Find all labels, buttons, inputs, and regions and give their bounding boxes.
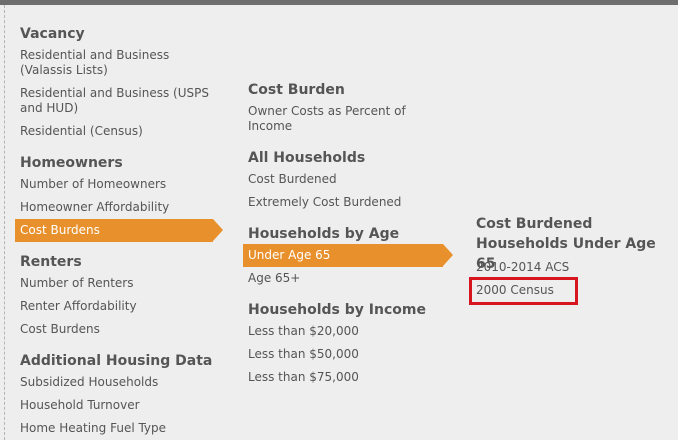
top-bar [0,0,678,5]
menu-item-acs-2010-2014[interactable]: 2010-2014 ACS [476,260,569,275]
menu-item-label: Under Age 65 [248,248,331,262]
menu-item-cost-burdened[interactable]: Cost Burdened [248,172,337,187]
column-divider [4,5,5,440]
menu-item-homeowner-affordability[interactable]: Homeowner Affordability [20,200,169,215]
section-heading-all-households: All Households [248,150,366,166]
menu-item-less-than-50000[interactable]: Less than $50,000 [248,347,359,362]
menu-item-less-than-20000[interactable]: Less than $20,000 [248,324,359,339]
menu-item-number-of-homeowners[interactable]: Number of Homeowners [20,177,166,192]
menu-item-renter-cost-burdens[interactable]: Cost Burdens [20,322,100,337]
section-heading-cost-burden: Cost Burden [248,82,345,98]
section-heading-renters: Renters [20,254,82,270]
menu-item-extremely-cost-burdened[interactable]: Extremely Cost Burdened [248,195,401,210]
section-heading-homeowners: Homeowners [20,155,123,171]
section-heading-additional-housing: Additional Housing Data [20,353,213,369]
menu-item-label: Cost Burdens [20,223,100,237]
menu-item-renter-affordability[interactable]: Renter Affordability [20,299,137,314]
menu-item-vacancy-census[interactable]: Residential (Census) [20,124,143,139]
selected-arrow-icon [443,244,453,266]
menu-item-age-65-plus[interactable]: Age 65+ [248,271,300,286]
menu-item-subsidized-households[interactable]: Subsidized Households [20,375,158,390]
section-heading-households-by-age: Households by Age [248,226,400,242]
menu-item-number-of-renters[interactable]: Number of Renters [20,276,133,291]
menu-item-home-heating-fuel[interactable]: Home Heating Fuel Type [20,421,166,436]
menu-item-owner-costs-percent-income[interactable]: Owner Costs as Percent of Income [248,104,413,134]
menu-item-vacancy-usps-hud[interactable]: Residential and Business (USPS and HUD) [20,86,210,116]
selected-arrow-icon [213,219,223,241]
menu-item-household-turnover[interactable]: Household Turnover [20,398,140,413]
menu-item-less-than-75000[interactable]: Less than $75,000 [248,370,359,385]
section-heading-households-by-income: Households by Income [248,302,426,318]
menu-item-under-age-65[interactable]: Under Age 65 [243,244,453,267]
menu-item-vacancy-valassis[interactable]: Residential and Business (Valassis Lists… [20,48,210,78]
menu-item-homeowner-cost-burdens[interactable]: Cost Burdens [15,219,223,242]
highlight-box [469,277,578,305]
section-heading-vacancy: Vacancy [20,26,85,42]
